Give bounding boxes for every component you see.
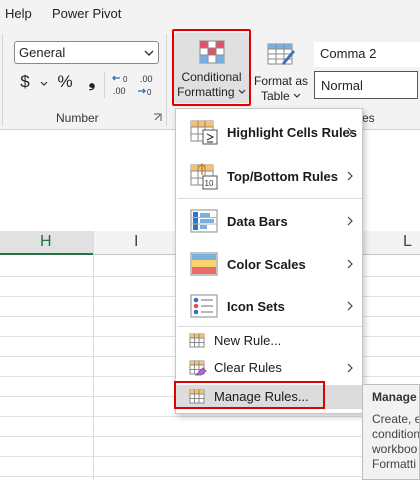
conditional-formatting-button[interactable]: Conditional Formatting — [174, 33, 249, 103]
menu-item-new-rule[interactable]: New Rule... — [176, 329, 362, 353]
chevron-down-icon — [144, 50, 154, 56]
clear-rules-label: Clear Rules — [214, 360, 282, 375]
tooltip-line: Create, e — [372, 412, 420, 426]
chevron-right-icon — [347, 171, 353, 181]
chevron-right-icon — [347, 216, 353, 226]
number-button-separator — [104, 72, 105, 98]
conditional-formatting-label-1: Conditional — [181, 70, 242, 84]
svg-text:.00: .00 — [140, 74, 153, 84]
chevron-right-icon — [347, 127, 353, 137]
menu-item-highlight-cells-rules[interactable]: Highlight Cells Rules — [176, 115, 362, 149]
ribbon-separator — [2, 34, 3, 126]
currency-button[interactable]: $ — [18, 72, 32, 98]
currency-dropdown-chevron-icon[interactable] — [40, 80, 48, 88]
color-scales-icon — [190, 252, 218, 276]
column-h-label: H — [40, 233, 52, 250]
menu-bar: Help Power Pivot — [0, 0, 420, 28]
manage-rules-label: Manage Rules... — [214, 389, 309, 404]
percent-button[interactable]: % — [56, 72, 74, 98]
highlight-cells-rules-label: Highlight Cells Rules — [227, 125, 358, 140]
grid-line — [0, 436, 420, 437]
increase-decimal-button[interactable]: 0 .00 — [111, 72, 131, 98]
tab-power-pivot[interactable]: Power Pivot — [52, 6, 121, 21]
menu-item-color-scales[interactable]: Color Scales — [176, 247, 362, 281]
svg-text:0: 0 — [147, 88, 152, 97]
grid-line — [0, 456, 420, 457]
number-dialog-launcher-icon[interactable] — [153, 113, 162, 122]
column-header-h[interactable]: H — [0, 231, 93, 255]
decrease-decimal-icon: .00 0 — [138, 74, 153, 97]
ribbon-separator — [166, 34, 167, 126]
icon-sets-icon — [190, 294, 218, 318]
number-format-value: General — [19, 45, 66, 60]
column-l-label[interactable]: L — [403, 233, 412, 251]
tooltip-line: Formatti — [372, 457, 417, 471]
chevron-down-icon — [293, 93, 301, 98]
tooltip-line: workboo — [372, 442, 418, 456]
highlight-cells-icon — [190, 120, 218, 145]
top-bottom-icon: 10 — [190, 163, 218, 190]
number-format-dropdown[interactable]: General — [14, 41, 159, 64]
chevron-right-icon — [347, 301, 353, 311]
comma-style-button[interactable]: ❟ — [86, 72, 98, 98]
tab-help[interactable]: Help — [5, 6, 32, 21]
format-as-table-label-1: Format as — [253, 74, 308, 88]
data-bars-label: Data Bars — [227, 214, 288, 229]
svg-text:.00: .00 — [113, 86, 126, 96]
svg-text:10: 10 — [205, 179, 214, 188]
number-group-label: Number — [56, 111, 99, 125]
manage-rules-tooltip: Manage Create, e condition workboo Forma… — [362, 384, 420, 480]
menu-separator — [178, 198, 362, 199]
menu-separator — [178, 326, 362, 327]
grid-line — [0, 476, 420, 477]
conditional-formatting-menu: Highlight Cells Rules 10 Top/Bottom Rule… — [175, 108, 363, 414]
menu-item-clear-rules[interactable]: Clear Rules — [176, 356, 362, 380]
tooltip-line: condition — [372, 427, 420, 441]
increase-decimal-icon: 0 .00 — [112, 75, 128, 96]
menu-item-data-bars[interactable]: Data Bars — [176, 204, 362, 238]
cell-style-normal[interactable]: Normal — [314, 71, 418, 99]
column-i-label[interactable]: I — [134, 233, 138, 251]
chevron-right-icon — [347, 259, 353, 269]
color-scales-label: Color Scales — [227, 257, 306, 272]
styles-group-label: es — [362, 111, 375, 125]
menu-item-top-bottom-rules[interactable]: 10 Top/Bottom Rules — [176, 159, 362, 193]
top-bottom-rules-label: Top/Bottom Rules — [227, 169, 338, 184]
grid-line — [0, 416, 420, 417]
conditional-formatting-label-2: Formatting — [174, 85, 249, 100]
new-rule-label: New Rule... — [214, 333, 282, 348]
tooltip-title: Manage — [372, 390, 417, 404]
chevron-down-icon — [238, 89, 246, 94]
format-as-table-button[interactable]: Format as Table — [252, 33, 310, 103]
cell-style-comma-2[interactable]: Comma 2 — [314, 42, 420, 67]
manage-rules-icon — [189, 389, 205, 404]
data-bars-icon — [190, 209, 218, 233]
new-rule-icon — [189, 333, 205, 348]
decrease-decimal-button[interactable]: .00 0 — [136, 72, 156, 98]
menu-item-icon-sets[interactable]: Icon Sets — [176, 289, 362, 323]
format-as-table-icon — [267, 43, 295, 65]
chevron-right-icon — [347, 363, 353, 373]
clear-rules-icon — [189, 360, 207, 376]
icon-sets-label: Icon Sets — [227, 299, 285, 314]
conditional-formatting-icon — [199, 40, 225, 64]
svg-text:0: 0 — [123, 75, 128, 84]
menu-item-manage-rules[interactable]: Manage Rules... — [176, 385, 362, 409]
format-as-table-label-2: Table — [252, 89, 310, 104]
